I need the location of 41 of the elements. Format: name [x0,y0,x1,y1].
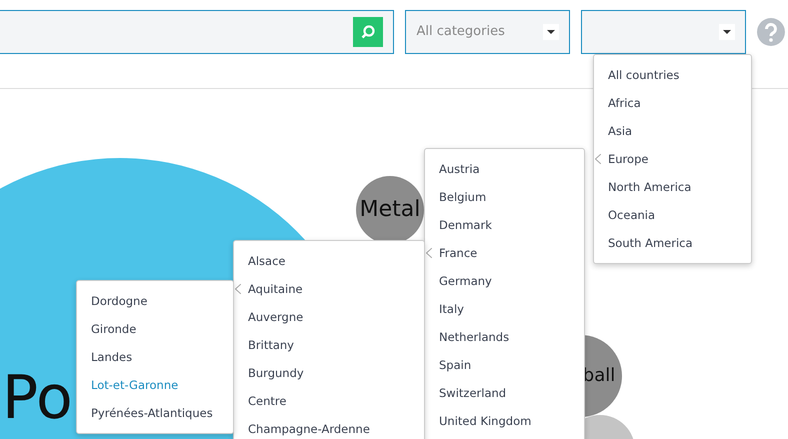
country-select[interactable] [581,10,746,54]
menu-item[interactable]: Austria [425,155,584,183]
menu-item[interactable]: Dordogne [77,287,233,315]
search-icon [360,24,376,40]
bubble-label: Po [2,368,73,428]
menu-item[interactable]: Asia [594,117,751,145]
menu-item[interactable]: Spain [425,351,584,379]
bubble-label: Metal [360,199,420,221]
menu-item[interactable]: Centre [234,387,424,415]
menu-item[interactable]: Italy [425,295,584,323]
search-button[interactable] [353,16,384,46]
menu-item[interactable]: Auvergne [234,303,424,331]
submenu-pointer-icon [235,284,241,294]
menu-item[interactable]: North America [594,173,751,201]
submenu-pointer-icon [426,248,432,258]
menu-item[interactable]: All countries [594,61,751,89]
menu-item[interactable]: Oceania [594,201,751,229]
submenu-pointer-icon [595,154,601,164]
help-icon[interactable] [757,18,785,46]
menu-item[interactable]: Netherlands [425,323,584,351]
menu-item[interactable]: United Kingdom [425,407,584,435]
search-field[interactable] [0,10,394,54]
menu-item[interactable]: Belgium [425,183,584,211]
menu-item[interactable]: Champagne-Ardenne [234,415,424,439]
menu-item[interactable]: Denmark [425,211,584,239]
caret-icon [719,24,736,40]
menu-item[interactable]: Aquitaine [234,275,424,303]
menu-item[interactable]: Pyrénées-Atlantiques [77,399,233,427]
menu-item[interactable]: Africa [594,89,751,117]
menu-item[interactable]: Burgundy [234,359,424,387]
menu-item[interactable]: France [425,239,584,267]
menu-item[interactable]: Alsace [234,247,424,275]
menu-item[interactable]: Landes [77,343,233,371]
menu-item[interactable]: South America [594,229,751,257]
menu-item[interactable]: Gironde [77,315,233,343]
menu-item[interactable]: Europe [594,145,751,173]
menu-item[interactable]: Brittany [234,331,424,359]
menu-item[interactable]: Switzerland [425,379,584,407]
caret-icon [543,24,560,40]
menu-item[interactable]: Germany [425,267,584,295]
menu-item[interactable]: Lot-et-Garonne [77,371,233,399]
